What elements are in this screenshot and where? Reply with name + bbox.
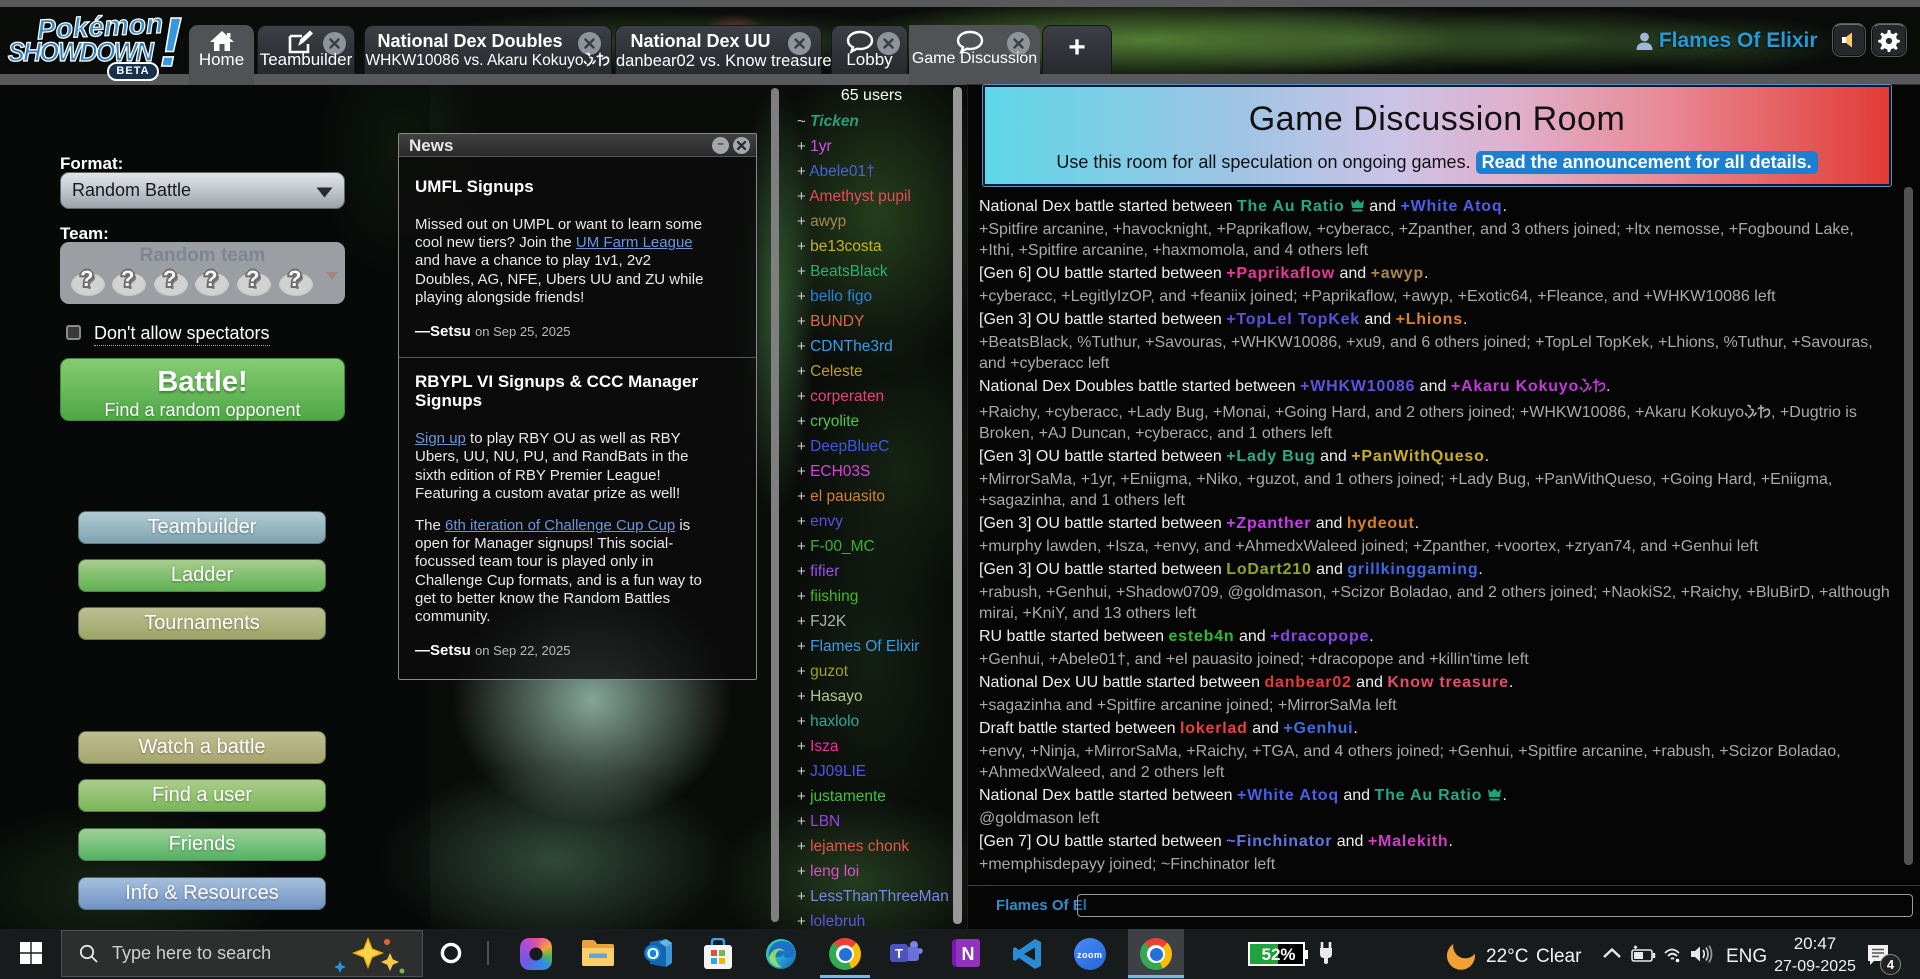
svg-text:T: T (895, 946, 903, 961)
svg-text:N: N (962, 944, 975, 964)
svg-text:O: O (647, 946, 659, 963)
